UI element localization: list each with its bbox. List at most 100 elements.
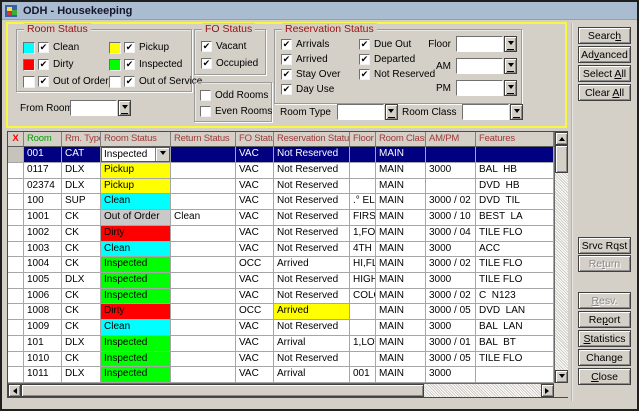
checkbox[interactable]: ✔ <box>201 58 212 69</box>
cell-floor: FIRST <box>350 210 376 226</box>
dropdown-button[interactable] <box>504 36 517 52</box>
table-row-1009[interactable]: 1009CKCleanVACNot ReservedMAIN3000BAL LA… <box>8 320 554 336</box>
checkbox-item-stay-over[interactable]: ✔Stay Over <box>281 69 359 80</box>
table-row-1003[interactable]: 1003CKCleanVACNot Reserved4TH FMAIN3000A… <box>8 242 554 258</box>
select-all-button[interactable]: Select All <box>578 65 631 82</box>
checkbox[interactable]: ✔ <box>359 54 370 65</box>
column-header-return_status[interactable]: Return Status <box>171 132 236 147</box>
app-icon[interactable] <box>5 4 19 18</box>
checkbox-item-inspected[interactable]: ✔Inspected <box>109 59 205 71</box>
checkbox[interactable]: ✔ <box>124 76 135 87</box>
table-row-1001[interactable]: 1001CKOut of OrderCleanVACNot ReservedFI… <box>8 210 554 226</box>
cell-room_class: MAIN <box>376 210 426 226</box>
checkbox[interactable]: ✔ <box>38 59 49 70</box>
floor-combo-input[interactable] <box>456 36 503 52</box>
scroll-left-button[interactable] <box>8 384 21 397</box>
table-row-02374[interactable]: 02374DLXPickupVACNot ReservedMAINDVD HB <box>8 179 554 195</box>
room-status-combo[interactable]: Inspected <box>101 147 170 162</box>
change-button[interactable]: Change <box>578 349 631 366</box>
horizontal-scrollbar[interactable] <box>8 383 554 397</box>
column-header-fo_status[interactable]: FO Status <box>236 132 274 147</box>
column-header-room_class[interactable]: Room Class <box>376 132 426 147</box>
checkbox[interactable]: ✔ <box>124 42 135 53</box>
column-header-rm_type[interactable]: Rm. Type <box>62 132 101 147</box>
checkbox-item-arrivals[interactable]: ✔Arrivals <box>281 39 359 50</box>
table-row-1011[interactable]: 1011DLXInspectedVACArrival001MAIN3000 <box>8 367 554 383</box>
dropdown-button[interactable] <box>504 58 517 74</box>
checkbox-item-occupied[interactable]: ✔Occupied <box>201 58 258 69</box>
column-header-res_status[interactable]: Reservation Status <box>274 132 350 147</box>
checkbox-item-clean[interactable]: ✔Clean <box>23 42 109 54</box>
checkbox[interactable]: ✔ <box>281 84 292 95</box>
table-row-100[interactable]: 100SUPCleanVACNot Reserved.° ELISMAIN300… <box>8 194 554 210</box>
table-row-001[interactable]: 001CATInspectedVACNot ReservedMAIN <box>8 147 554 163</box>
table-row-1010[interactable]: 1010CKInspectedVACNot ReservedMAIN3000 /… <box>8 352 554 368</box>
checkbox-item-odd-rooms[interactable]: Odd Rooms <box>200 90 272 101</box>
search-button[interactable]: Search <box>578 27 631 44</box>
am-combo-input[interactable] <box>456 58 503 74</box>
cell-res_status: Not Reserved <box>274 179 350 195</box>
dropdown-button[interactable] <box>118 100 131 116</box>
scroll-right-button[interactable] <box>541 384 554 397</box>
title-bar[interactable]: ODH - Housekeeping <box>2 2 637 20</box>
table-row-1002[interactable]: 1002CKDirtyVACNot Reserved1,FOMAIN3000 /… <box>8 226 554 242</box>
scroll-down-button[interactable] <box>555 370 568 383</box>
scroll-up-button[interactable] <box>555 132 568 145</box>
dropdown-button[interactable] <box>504 80 517 96</box>
column-header-room_status[interactable]: Room Status <box>101 132 171 147</box>
cell-floor: HI,FLO <box>350 257 376 273</box>
column-header-ampm[interactable]: AM/PM <box>426 132 476 147</box>
table-row-1006[interactable]: 1006CKInspectedVACNot ReservedCOLOMAIN30… <box>8 289 554 305</box>
table-row-1008[interactable]: 1008CKDirtyOCCArrivedMAIN3000 / 05DVD LA… <box>8 304 554 320</box>
statistics-button[interactable]: Statistics <box>578 330 631 347</box>
room-type-combo-input[interactable] <box>337 104 384 120</box>
column-header-features[interactable]: Features <box>476 132 554 147</box>
checkbox[interactable]: ✔ <box>38 76 49 87</box>
checkbox[interactable]: ✔ <box>124 59 135 70</box>
cell-floor <box>350 352 376 368</box>
column-header-room[interactable]: Room <box>24 132 62 147</box>
vertical-scrollbar[interactable] <box>554 132 568 383</box>
checkbox-item-even-rooms[interactable]: Even Rooms <box>200 106 272 117</box>
checkbox[interactable]: ✔ <box>281 69 292 80</box>
table-row-1004[interactable]: 1004CKInspectedOCCArrivedHI,FLOMAIN3000 … <box>8 257 554 273</box>
checkbox[interactable]: ✔ <box>359 69 370 80</box>
checkbox[interactable]: ✔ <box>38 42 49 53</box>
checkbox[interactable] <box>200 90 211 101</box>
clear-all-button[interactable]: Clear All <box>578 84 631 101</box>
checkbox[interactable]: ✔ <box>359 39 370 50</box>
cell-room_class: MAIN <box>376 194 426 210</box>
checkbox-item-arrived[interactable]: ✔Arrived <box>281 54 359 65</box>
column-header-floor[interactable]: Floor <box>350 132 376 147</box>
checkbox[interactable]: ✔ <box>201 41 212 52</box>
checkbox-item-out-of-service[interactable]: ✔Out of Service <box>109 76 205 88</box>
checkbox[interactable]: ✔ <box>281 39 292 50</box>
dropdown-button[interactable] <box>385 104 398 120</box>
grid-header: XRoomRm. TypeRoom StatusReturn StatusFO … <box>8 132 554 147</box>
room-status-combo-value: Inspected <box>102 148 155 161</box>
combo-arrow-button[interactable] <box>155 148 169 161</box>
checkbox-item-dirty[interactable]: ✔Dirty <box>23 59 109 71</box>
checkbox-item-vacant[interactable]: ✔Vacant <box>201 41 258 52</box>
table-row-101[interactable]: 101DLXInspectedVACArrival1,LOWMAIN3000 /… <box>8 336 554 352</box>
checkbox[interactable] <box>200 106 211 117</box>
cell-rm_type: CK <box>62 289 101 305</box>
advanced-button[interactable]: Advanced <box>578 46 631 63</box>
checkbox-item-out-of-order[interactable]: ✔Out of Order <box>23 76 109 88</box>
report-button[interactable]: Report <box>578 311 631 328</box>
checkbox-item-day-use[interactable]: ✔Day Use <box>281 84 359 95</box>
checkbox-item-pickup[interactable]: ✔Pickup <box>109 42 205 54</box>
pm-combo-input[interactable] <box>456 80 503 96</box>
table-row-0117[interactable]: 0117DLXPickupVACNot ReservedMAIN3000BAL … <box>8 163 554 179</box>
srvc-rqst-button[interactable]: Srvc Rqst <box>578 237 631 254</box>
column-header-x[interactable]: X <box>8 132 24 147</box>
checkbox[interactable]: ✔ <box>281 54 292 65</box>
vertical-scroll-thumb[interactable] <box>555 145 568 173</box>
dropdown-button[interactable] <box>510 104 523 120</box>
room-class-combo-input[interactable] <box>462 104 509 120</box>
table-row-1005[interactable]: 1005DLXInspectedVACNot ReservedHIGHMAIN3… <box>8 273 554 289</box>
from-room-combo-input[interactable] <box>70 100 117 116</box>
cell-return_status <box>171 226 236 242</box>
horizontal-scroll-thumb[interactable] <box>21 384 424 397</box>
close-button[interactable]: Close <box>578 368 631 385</box>
